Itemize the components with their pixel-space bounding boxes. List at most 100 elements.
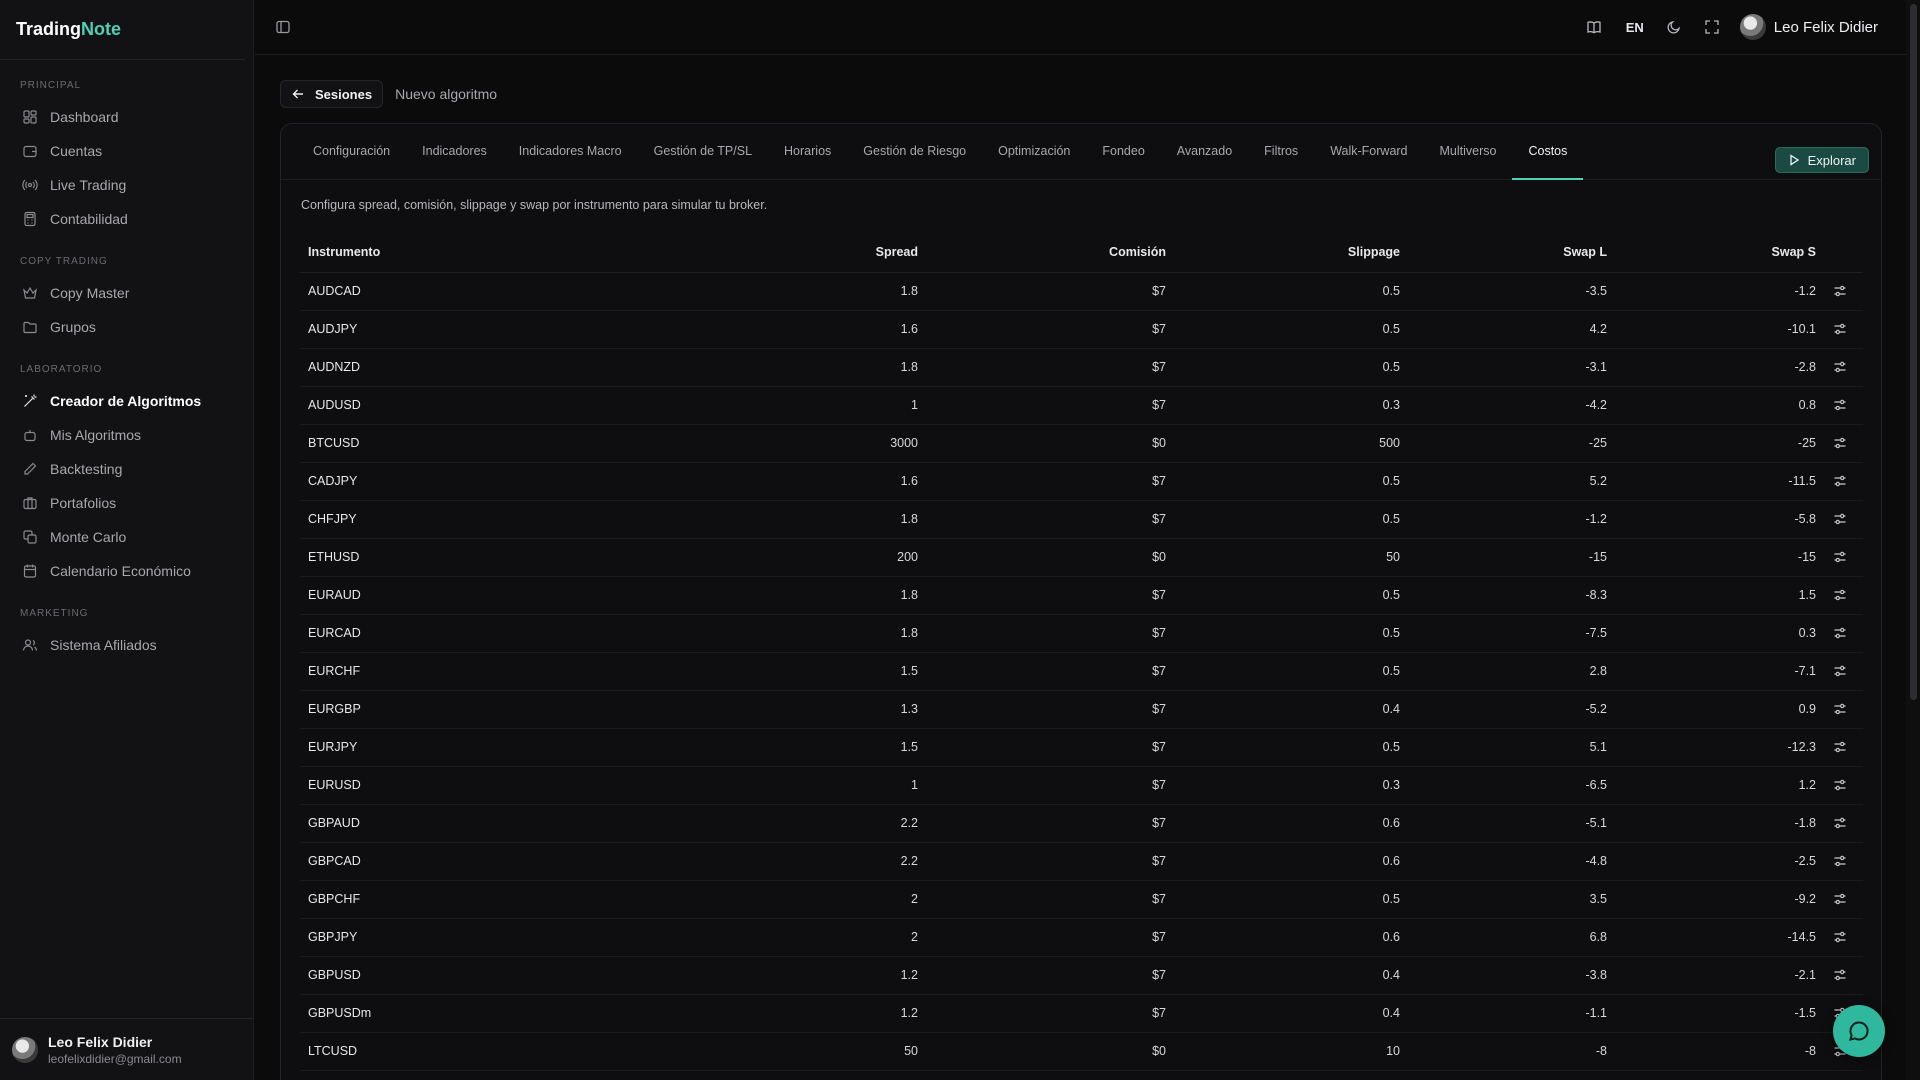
sliders-icon[interactable] [1833,360,1847,374]
sliders-icon[interactable] [1833,778,1847,792]
table-row[interactable]: CADJPY 1.6 $7 0.5 5.2 -11.5 [300,462,1863,501]
fullscreen-icon[interactable] [1704,19,1720,35]
table-row[interactable]: EURAUD 1.8 $7 0.5 -8.3 1.5 [300,576,1863,615]
sliders-icon[interactable] [1833,740,1847,754]
row-actions-cell [1816,462,1863,501]
tab-avanzado[interactable]: Avanzado [1161,123,1248,179]
sliders-icon[interactable] [1833,664,1847,678]
swap-short-cell: 0.9 [1607,690,1816,729]
tab-gestion-de-tp-sl[interactable]: Gestión de TP/SL [638,123,768,179]
user-menu[interactable]: Leo Felix Didier [1739,14,1878,40]
swap-long-cell: -1.1 [1400,994,1607,1033]
sidebar-item-sistema-afiliados[interactable]: Sistema Afiliados [10,628,243,662]
instrument-cell: CADJPY [300,462,770,501]
table-row[interactable]: GBPUSD 1.2 $7 0.4 -3.8 -2.1 [300,956,1863,995]
tab-indicadores[interactable]: Indicadores [406,123,503,179]
swap-short-cell: -14.5 [1607,918,1816,957]
sidebar-item-monte-carlo[interactable]: Monte Carlo [10,520,243,554]
commission-cell: $0 [918,1032,1166,1071]
sliders-icon[interactable] [1833,816,1847,830]
tab-filtros[interactable]: Filtros [1248,123,1314,179]
slippage-cell: 0.6 [1166,804,1400,843]
sliders-icon[interactable] [1833,474,1847,488]
table-header-row: Instrumento Spread Comisión Slippage Swa… [300,232,1863,273]
table-row[interactable]: GBPCHF 2 $7 0.5 3.5 -9.2 [300,880,1863,919]
sidebar-item-mis-algoritmos[interactable]: Mis Algoritmos [10,418,243,452]
language-selector[interactable]: EN [1626,20,1644,35]
table-row[interactable]: LTCUSD 50 $0 10 -8 -8 [300,1032,1863,1071]
tab-fondeo[interactable]: Fondeo [1086,123,1160,179]
sidebar-item-label: Mis Algoritmos [50,427,142,443]
sidebar-item-cuentas[interactable]: Cuentas [10,134,243,168]
sliders-icon[interactable] [1833,284,1847,298]
row-actions-cell [1816,272,1863,311]
page-scrollbar[interactable] [1906,0,1920,1080]
table-row[interactable]: AUDNZD 1.8 $7 0.5 -3.1 -2.8 [300,348,1863,387]
table-row[interactable]: GBPUSDm 1.2 $7 0.4 -1.1 -1.5 [300,994,1863,1033]
sidebar-item-portafolios[interactable]: Portafolios [10,486,243,520]
tab-walk-forward[interactable]: Walk-Forward [1314,123,1423,179]
table-row[interactable]: AUDJPY 1.6 $7 0.5 4.2 -10.1 [300,310,1863,349]
tab-horarios[interactable]: Horarios [768,123,847,179]
sliders-icon[interactable] [1833,512,1847,526]
slippage-cell: 50 [1166,538,1400,577]
tab-configuracion[interactable]: Configuración [297,123,406,179]
tab-gestion-de-riesgo[interactable]: Gestión de Riesgo [847,123,982,179]
spread-cell: 1.8 [770,348,918,387]
table-row[interactable]: GBPJPY 2 $7 0.6 6.8 -14.5 [300,918,1863,957]
sidebar-item-backtesting[interactable]: Backtesting [10,452,243,486]
scrollbar-thumb[interactable] [1910,4,1917,700]
tab-costos[interactable]: Costos [1512,123,1584,180]
sliders-icon[interactable] [1833,930,1847,944]
sliders-icon[interactable] [1833,436,1847,450]
explore-button[interactable]: Explorar [1774,147,1869,173]
table-row[interactable]: EURJPY 1.5 $7 0.5 5.1 -12.3 [300,728,1863,767]
sliders-icon[interactable] [1833,626,1847,640]
table-row[interactable]: GBPAUD 2.2 $7 0.6 -5.1 -1.8 [300,804,1863,843]
sliders-icon[interactable] [1833,322,1847,336]
back-button[interactable]: Sesiones [280,80,384,108]
table-row[interactable]: AUDUSD 1 $7 0.3 -4.2 0.8 [300,386,1863,425]
table-row[interactable]: BTCUSD 3000 $0 500 -25 -25 [300,424,1863,463]
sidebar-toggle-icon[interactable] [275,19,291,35]
sidebar-item-live-trading[interactable]: Live Trading [10,168,243,202]
table-row[interactable]: AUDCAD 1.8 $7 0.5 -3.5 -1.2 [300,272,1863,311]
sidebar-item-grupos[interactable]: Grupos [10,310,243,344]
slippage-cell: 0.6 [1166,918,1400,957]
swap-long-cell: -1.2 [1400,500,1607,539]
sliders-icon[interactable] [1833,854,1847,868]
sidebar-item-copy-master[interactable]: Copy Master [10,276,243,310]
instrument-cell: BTCUSD [300,424,770,463]
sliders-icon[interactable] [1833,702,1847,716]
sidebar-item-creador-de-algoritmos[interactable]: Creador de Algoritmos [10,384,243,418]
header-instrument: Instrumento [300,232,770,273]
table-row[interactable]: CHFJPY 1.8 $7 0.5 -1.2 -5.8 [300,500,1863,539]
sidebar-item-contabilidad[interactable]: Contabilidad [10,202,243,236]
page-title: Nuevo algoritmo [395,86,498,102]
commission-cell: $7 [918,576,1166,615]
book-icon[interactable] [1586,19,1602,35]
tab-optimizacion[interactable]: Optimización [982,123,1086,179]
tab-multiverso[interactable]: Multiverso [1424,123,1513,179]
table-row[interactable]: GBPCAD 2.2 $7 0.6 -4.8 -2.5 [300,842,1863,881]
sliders-icon[interactable] [1833,892,1847,906]
sliders-icon[interactable] [1833,550,1847,564]
table-row[interactable]: EURCAD 1.8 $7 0.5 -7.5 0.3 [300,614,1863,653]
chat-button[interactable] [1833,1005,1885,1057]
sidebar-item-calendario-econ-mico[interactable]: Calendario Económico [10,554,243,588]
sliders-icon[interactable] [1833,968,1847,982]
sliders-icon[interactable] [1833,398,1847,412]
moon-icon[interactable] [1666,19,1682,35]
table-row[interactable]: ETHUSD 200 $0 50 -15 -15 [300,538,1863,577]
table-row[interactable]: EURGBP 1.3 $7 0.4 -5.2 0.9 [300,690,1863,729]
swap-long-cell: -6.5 [1400,766,1607,805]
brand-logo[interactable]: Trading Note [0,0,245,60]
table-row[interactable]: EURCHF 1.5 $7 0.5 2.8 -7.1 [300,652,1863,691]
sidebar-user-card[interactable]: Leo Felix Didier leofelixdidier@gmail.co… [0,1018,254,1080]
table-row[interactable]: EURUSD 1 $7 0.3 -6.5 1.2 [300,766,1863,805]
sidebar-item-dashboard[interactable]: Dashboard [10,100,243,134]
sliders-icon[interactable] [1833,588,1847,602]
sidebar-item-label: Sistema Afiliados [50,637,157,653]
tab-indicadores-macro[interactable]: Indicadores Macro [503,123,638,179]
swap-short-cell: -7.1 [1607,652,1816,691]
